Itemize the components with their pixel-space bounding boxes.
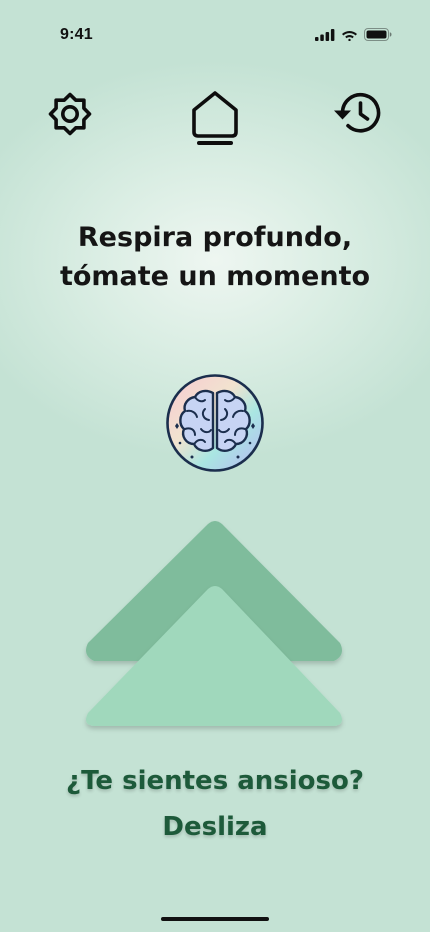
app-screen: 9:41 Respira profundo, tómate un momento… [0, 0, 430, 932]
headline-line-2: tómate un momento [59, 261, 371, 292]
swipe-up-handle[interactable] [80, 515, 350, 735]
home-indicator[interactable] [161, 917, 269, 921]
cellular-signal-icon [315, 28, 335, 41]
status-icons [315, 28, 392, 41]
home-icon[interactable] [188, 88, 242, 148]
battery-icon [364, 28, 392, 41]
status-bar: 9:41 [0, 0, 430, 54]
page-title: Respira profundo, tómate un momento [0, 218, 430, 296]
headline-line-1: Respira profundo, [77, 222, 353, 253]
brain-icon [166, 374, 264, 472]
gear-icon[interactable] [44, 88, 96, 140]
status-time: 9:41 [60, 26, 93, 43]
swipe-prompt: ¿Te sientes ansioso? Desliza [0, 758, 430, 850]
history-icon[interactable] [332, 88, 386, 138]
swipe-prompt-action: Desliza [162, 812, 268, 842]
double-chevron-up-icon [86, 521, 342, 726]
swipe-prompt-question: ¿Te sientes ansioso? [66, 766, 364, 796]
wifi-icon [342, 30, 357, 41]
